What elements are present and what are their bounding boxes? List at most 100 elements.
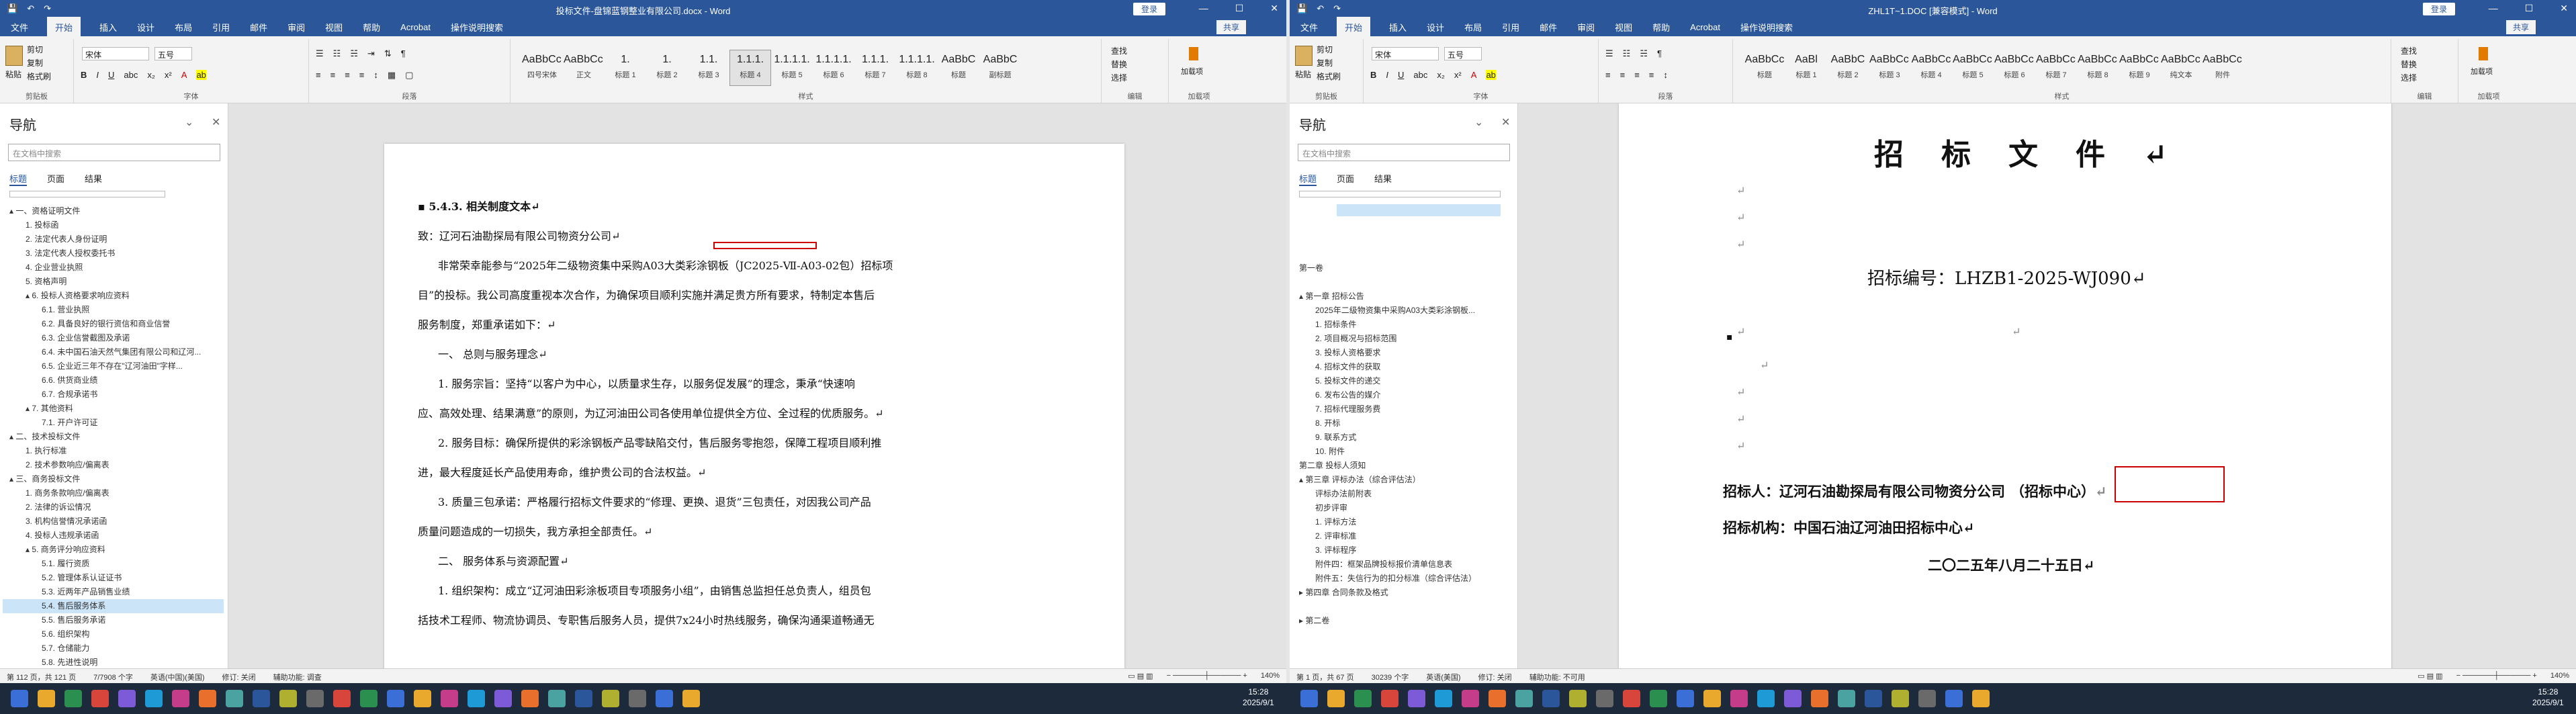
font-color-button[interactable]: A bbox=[1471, 70, 1477, 80]
nav-outline-item[interactable]: ▴ 第一章 招标公告 bbox=[1292, 289, 1513, 304]
close-icon[interactable]: ✕ bbox=[2560, 3, 2568, 14]
tab-layout[interactable]: 布局 bbox=[1463, 18, 1483, 36]
nav-tab-results[interactable]: 结果 bbox=[85, 172, 102, 186]
chevron-down-icon[interactable]: ⌄ bbox=[1474, 116, 1483, 129]
nav-outline-item[interactable]: 7. 招标代理服务费 bbox=[1292, 402, 1513, 416]
minimize-icon[interactable]: — bbox=[1199, 3, 1208, 14]
nav-outline-item[interactable]: 2. 项目概况与招标范围 bbox=[1292, 332, 1513, 346]
nav-outline-item[interactable]: ▴ 三、商务投标文件 bbox=[3, 472, 224, 486]
align-right-button[interactable]: ≡ bbox=[1634, 70, 1640, 80]
shading-button[interactable]: ▦ bbox=[388, 70, 396, 81]
nav-outline-item[interactable]: 1. 投标函 bbox=[3, 218, 224, 232]
align-center-button[interactable]: ≡ bbox=[1620, 70, 1626, 80]
superscript-button[interactable]: x² bbox=[1454, 70, 1462, 80]
taskbar-app-icon[interactable] bbox=[682, 690, 700, 707]
font-name-select[interactable]: 宋体 bbox=[82, 47, 149, 60]
taskbar-app-icon[interactable] bbox=[91, 690, 109, 707]
nav-search-input[interactable]: 在文档中搜索 bbox=[1298, 144, 1510, 161]
nav-outline-item[interactable]: 4. 招标文件的获取 bbox=[1292, 360, 1513, 374]
taskbar-app-icon[interactable] bbox=[1542, 690, 1560, 707]
nav-outline-item[interactable]: ▴ 一、资格证明文件 bbox=[3, 204, 224, 218]
tab-design[interactable]: 设计 bbox=[1425, 18, 1446, 36]
nav-outline-item[interactable]: 5.8. 先进性说明 bbox=[3, 656, 224, 670]
taskbar-clock[interactable]: 15:28 2025/9/1 bbox=[2532, 686, 2564, 708]
addin-icon[interactable] bbox=[1189, 47, 1198, 60]
nav-outline-item[interactable]: 3. 机构信誉情况承诺函 bbox=[3, 515, 224, 529]
nav-outline-item[interactable]: 2. 技术参数响应/偏离表 bbox=[3, 458, 224, 472]
taskbar-app-icon[interactable] bbox=[1569, 690, 1587, 707]
cut-button[interactable]: 剪切 bbox=[1317, 43, 1341, 56]
italic-button[interactable]: I bbox=[1386, 70, 1388, 80]
taskbar-clock[interactable]: 15:28 2025/9/1 bbox=[1243, 686, 1274, 708]
nav-outline-item[interactable]: 5.7. 仓储能力 bbox=[3, 641, 224, 656]
nav-outline-item[interactable]: 附件五：失信行为的扣分标准（综合评估法） bbox=[1292, 572, 1513, 586]
taskbar-app-icon[interactable] bbox=[468, 690, 485, 707]
style-gallery-item[interactable]: AaBbC 标题 2 bbox=[1827, 50, 1869, 86]
tab-insert[interactable]: 插入 bbox=[98, 18, 118, 36]
taskbar-app-icon[interactable] bbox=[64, 690, 82, 707]
style-gallery-item[interactable]: AaBbCc 标题 4 bbox=[1910, 50, 1952, 86]
numbering-button[interactable]: ☷ bbox=[1623, 48, 1631, 59]
nav-outline-item[interactable]: ▴ 二、技术投标文件 bbox=[3, 430, 224, 444]
taskbar-app-icon[interactable] bbox=[1703, 690, 1721, 707]
nav-outline-item[interactable]: 3. 评标程序 bbox=[1292, 543, 1513, 557]
paste-icon[interactable] bbox=[5, 46, 23, 66]
taskbar-app-icon[interactable] bbox=[1300, 690, 1318, 707]
tab-help[interactable]: 帮助 bbox=[1651, 18, 1671, 36]
taskbar-app-icon[interactable] bbox=[1677, 690, 1694, 707]
document-page[interactable]: 招 标 文 件 ↵ ↵ ↵ ↵ 招标编号：LHZB1-2025-WJ090↵ ↵… bbox=[1619, 103, 2391, 668]
nav-tab-headings[interactable]: 标题 bbox=[1299, 172, 1317, 186]
style-gallery-item[interactable]: AaBl 标题 1 bbox=[1785, 50, 1827, 86]
share-button[interactable]: 共享 bbox=[1216, 20, 1246, 34]
nav-outline-item[interactable]: 4. 企业营业执照 bbox=[3, 261, 224, 275]
track-changes[interactable]: 修订: 关闭 bbox=[1478, 672, 1512, 682]
style-gallery-item[interactable]: 1.1.1. 标题 7 bbox=[854, 50, 896, 86]
tab-home[interactable]: 开始 bbox=[1337, 16, 1371, 38]
nav-outline-item[interactable]: ▴ 5. 商务评分响应资料 bbox=[3, 543, 224, 557]
justify-button[interactable]: ≡ bbox=[1649, 70, 1654, 80]
nav-outline-item[interactable]: 6.1. 营业执照 bbox=[3, 303, 224, 317]
borders-button[interactable]: ▢ bbox=[405, 70, 413, 81]
subscript-button[interactable]: x₂ bbox=[1437, 70, 1445, 80]
close-icon[interactable]: ✕ bbox=[212, 116, 220, 129]
nav-tab-pages[interactable]: 页面 bbox=[1337, 172, 1354, 186]
taskbar-app-icon[interactable] bbox=[199, 690, 216, 707]
taskbar-app-icon[interactable] bbox=[1730, 690, 1748, 707]
style-gallery-item[interactable]: AaBbCcI 正文 bbox=[563, 50, 605, 86]
nav-outline-item[interactable]: 附件四：框架品牌投标报价清单信息表 bbox=[1292, 557, 1513, 572]
taskbar-app-icon[interactable] bbox=[1623, 690, 1640, 707]
nav-outline-item[interactable] bbox=[1292, 275, 1513, 289]
font-name-select[interactable]: 宋体 bbox=[1372, 47, 1439, 60]
nav-outline-item[interactable]: 5.5. 售后服务承诺 bbox=[3, 613, 224, 627]
paste-icon[interactable] bbox=[1295, 46, 1313, 66]
maximize-icon[interactable]: ☐ bbox=[2525, 3, 2534, 14]
nav-scroll-indicator[interactable] bbox=[1299, 191, 1501, 197]
zoom-slider[interactable]: − ──────┼────── + bbox=[2456, 672, 2537, 680]
cut-button[interactable]: 剪切 bbox=[27, 43, 51, 56]
taskbar-app-icon[interactable] bbox=[1381, 690, 1398, 707]
nav-tab-results[interactable]: 结果 bbox=[1374, 172, 1392, 186]
format-painter-button[interactable]: 格式刷 bbox=[27, 70, 51, 83]
strikethrough-button[interactable]: abc bbox=[124, 70, 138, 80]
taskbar-app-icon[interactable] bbox=[253, 690, 270, 707]
nav-outline-item[interactable]: 评标办法前附表 bbox=[1292, 487, 1513, 501]
align-left-button[interactable]: ≡ bbox=[1605, 70, 1611, 80]
taskbar-app-icon[interactable] bbox=[172, 690, 189, 707]
style-gallery-item[interactable]: AaBbCcDd 标题 9 bbox=[2119, 50, 2160, 86]
style-gallery-item[interactable]: 1. 标题 2 bbox=[646, 50, 688, 86]
style-gallery-item[interactable]: AaBbC 副标题 bbox=[979, 50, 1021, 86]
underline-button[interactable]: U bbox=[1398, 70, 1404, 80]
nav-tab-headings[interactable]: 标题 bbox=[9, 172, 28, 186]
language[interactable]: 英语(中国)(美国) bbox=[150, 672, 205, 682]
zoom-level[interactable]: 140% bbox=[1261, 672, 1280, 680]
nav-outline-item[interactable]: 5.4. 售后服务体系 bbox=[3, 599, 224, 613]
tell-me-search[interactable]: 操作说明搜索 bbox=[449, 18, 504, 36]
bold-button[interactable]: B bbox=[81, 70, 87, 80]
nav-outline-item[interactable]: 3. 法定代表人授权委托书 bbox=[3, 247, 224, 261]
taskbar-app-icon[interactable] bbox=[521, 690, 539, 707]
show-marks-button[interactable]: ¶ bbox=[1657, 48, 1662, 59]
accessibility[interactable]: 辅助功能: 调查 bbox=[273, 672, 322, 682]
tab-design[interactable]: 设计 bbox=[136, 18, 156, 36]
nav-outline-item[interactable]: 9. 联系方式 bbox=[1292, 431, 1513, 445]
nav-outline-item[interactable]: ▴ 第三章 评标办法（综合评估法） bbox=[1292, 473, 1513, 487]
